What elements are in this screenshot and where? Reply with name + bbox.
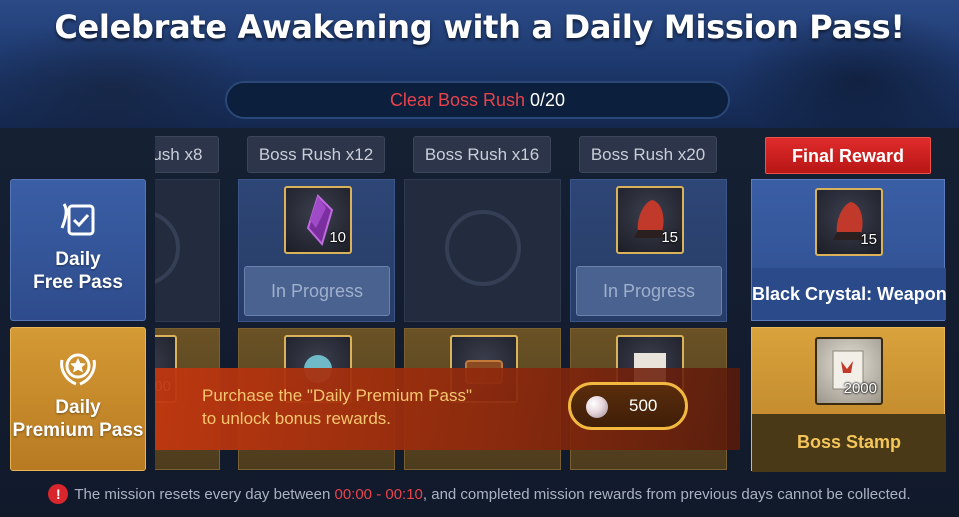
- page-title: Celebrate Awakening with a Daily Mission…: [54, 8, 905, 46]
- item-quantity: 15: [860, 231, 877, 248]
- item-quantity: 10: [329, 229, 346, 246]
- item-quantity: 15: [661, 229, 678, 246]
- final-reward-tag: Final Reward: [765, 137, 931, 174]
- purchase-button[interactable]: 500: [568, 382, 688, 430]
- purchase-cost: 500: [629, 396, 658, 415]
- free-reward-cell[interactable]: 15 In Progress: [570, 179, 727, 322]
- boss-stamp-item-icon[interactable]: 2000: [815, 337, 883, 405]
- notice-text-b: , and completed mission rewards from pre…: [422, 486, 911, 503]
- mission-count: 0/20: [530, 90, 566, 110]
- column-header: Boss Rush x20: [579, 136, 717, 173]
- final-premium-reward[interactable]: 2000 Boss Stamp: [751, 327, 946, 472]
- column-header: Boss Rush x8: [155, 136, 219, 173]
- in-progress-button[interactable]: In Progress: [244, 266, 390, 316]
- free-reward-cell: [155, 179, 220, 322]
- pearl-icon: [586, 396, 608, 418]
- empty-slot-icon: [445, 210, 521, 286]
- free-reward-cell: [404, 179, 561, 322]
- black-crystal-item-icon[interactable]: 15: [815, 188, 883, 256]
- free-pass-label: Daily Free Pass: [10, 179, 146, 321]
- mission-label: Clear Boss Rush: [389, 90, 525, 110]
- premium-pass-label: Daily Premium Pass: [10, 327, 146, 471]
- mission-pass-screen: Celebrate Awakening with a Daily Mission…: [0, 0, 959, 517]
- final-free-reward[interactable]: 15 Black Crystal: Weapon: [751, 179, 946, 321]
- free-pass-line1: Daily: [55, 249, 101, 270]
- crystal-item-icon[interactable]: 10: [284, 186, 352, 254]
- black-crystal-item-icon[interactable]: 15: [616, 186, 684, 254]
- column-header: Boss Rush x12: [247, 136, 385, 173]
- purchase-prompt-line2: to unlock bonus rewards.: [202, 409, 391, 428]
- notice-text-a: The mission resets every day between: [74, 486, 331, 503]
- premium-pass-line1: Daily: [55, 397, 101, 418]
- quill-document-icon: [60, 203, 95, 236]
- final-premium-reward-name: Boss Stamp: [752, 414, 946, 472]
- purchase-premium-banner: Purchase the "Daily Premium Pass" to unl…: [155, 368, 740, 450]
- item-quantity: 2000: [843, 380, 877, 397]
- empty-slot-icon: [155, 210, 180, 286]
- free-pass-line2: Free Pass: [33, 272, 123, 293]
- reset-notice: ! The mission resets every day between 00…: [0, 481, 959, 509]
- purchase-prompt: Purchase the "Daily Premium Pass" to unl…: [202, 384, 472, 430]
- final-free-reward-name: Black Crystal: Weapon: [752, 268, 946, 320]
- column-header: Boss Rush x16: [413, 136, 551, 173]
- purchase-prompt-line1: Purchase the "Daily Premium Pass": [202, 386, 472, 405]
- free-reward-cell[interactable]: 10 In Progress: [238, 179, 395, 322]
- warning-icon: !: [48, 483, 69, 504]
- laurel-star-icon: [60, 353, 96, 386]
- in-progress-button[interactable]: In Progress: [576, 266, 722, 316]
- header-banner: Celebrate Awakening with a Daily Mission…: [0, 0, 959, 128]
- mission-progress-bar: Clear Boss Rush 0/20: [225, 81, 730, 119]
- premium-pass-line2: Premium Pass: [12, 420, 144, 441]
- reset-time: 00:00 - 00:10: [334, 486, 423, 503]
